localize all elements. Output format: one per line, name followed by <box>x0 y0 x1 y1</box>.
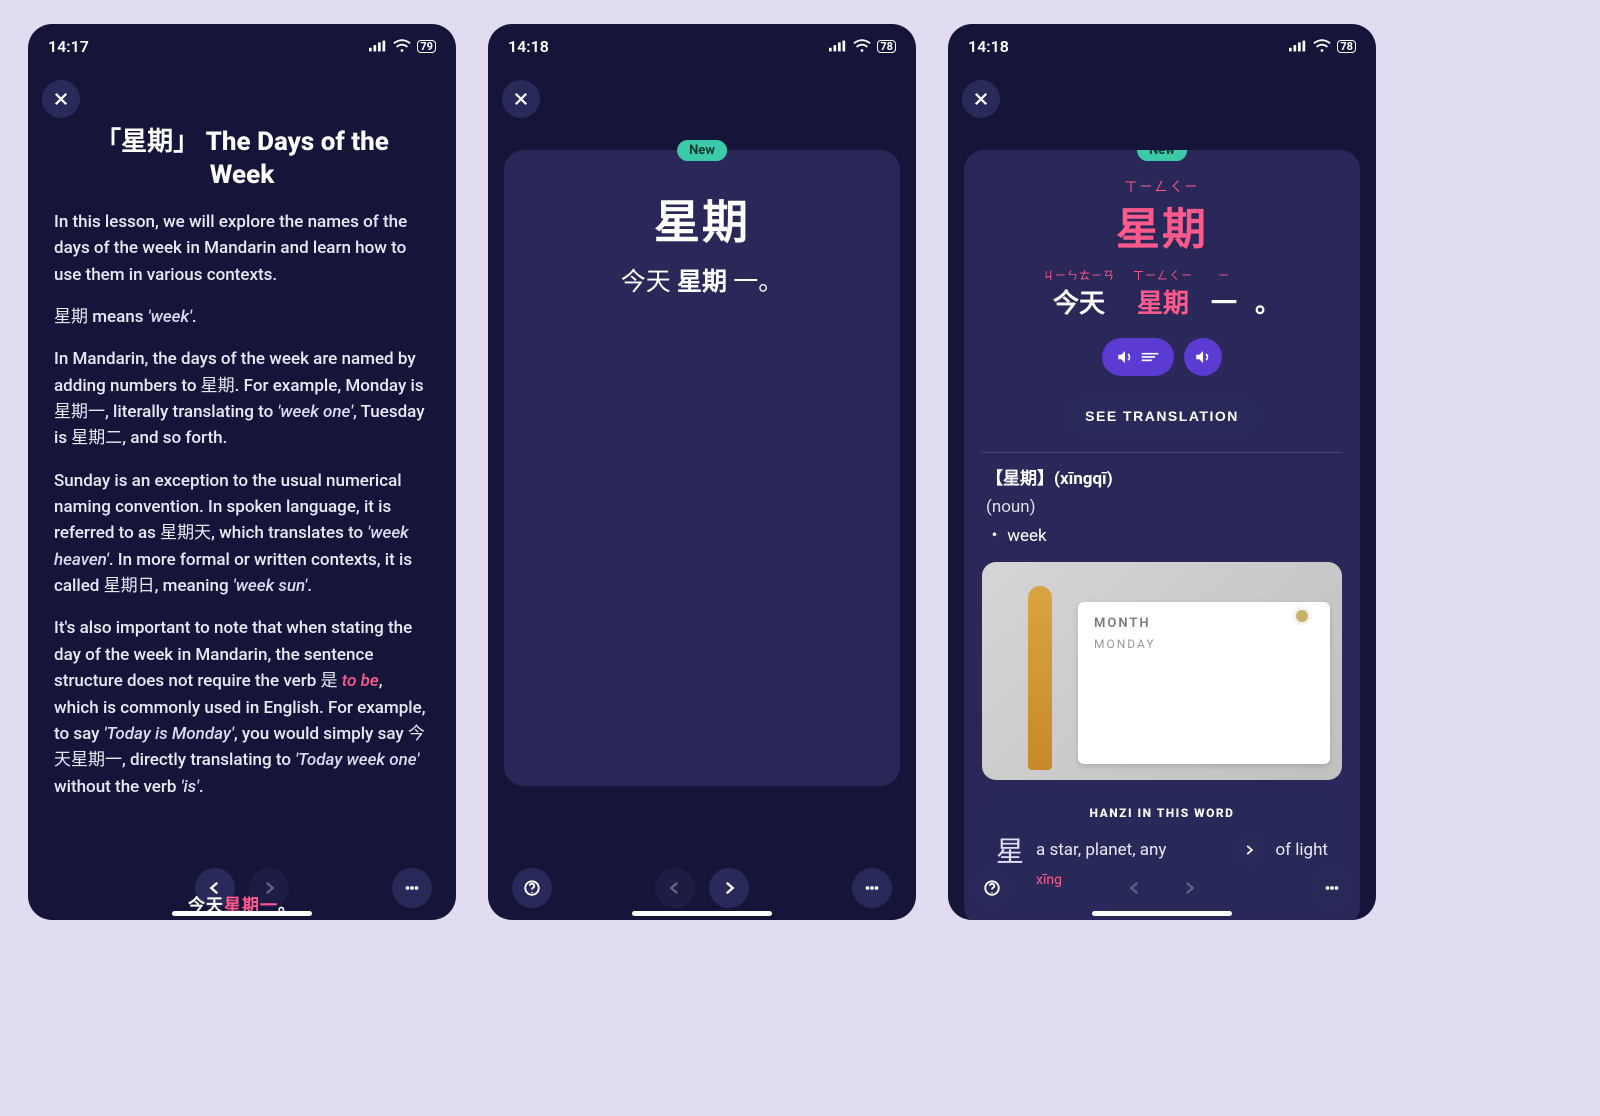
headword-hanzi: 星期 <box>982 193 1342 257</box>
cellular-icon <box>369 40 387 52</box>
help-button[interactable] <box>972 868 1012 908</box>
new-badge: New <box>677 140 727 161</box>
component-glyph: 星 <box>996 830 1026 870</box>
new-badge: New <box>1137 150 1187 161</box>
dictionary-entry: 【星期】(xīngqī) (noun) ・ week <box>982 467 1342 550</box>
phone-screen-2: 14:18 78 New 星期 今天 星期 一。 <box>488 24 916 920</box>
battery-indicator: 78 <box>877 40 896 53</box>
word-2: ㄒㄧㄥㄑㄧ 星期 <box>1133 267 1193 320</box>
status-indicators: 78 <box>829 39 896 53</box>
battery-indicator: 78 <box>1337 40 1356 53</box>
cellular-icon <box>1289 40 1307 52</box>
naming-paragraph: In Mandarin, the days of the week are na… <box>54 346 430 451</box>
note-paragraph: It's also important to note that when st… <box>54 615 430 799</box>
card-scroll[interactable]: New ㄒㄧㄥㄑㄧ 星期 ㄐㄧㄣㄊㄧㄢ 今天 ㄒㄧㄥㄑㄧ 星期 ㄧ 一 。 <box>964 150 1360 920</box>
component-gloss-a: a star, planet, any <box>1036 840 1223 860</box>
lesson-content: 「星期」 The Days of the Week In this lesson… <box>28 68 456 920</box>
phone-screen-1: 14:17 79 「星期」 The Days of the Week In th… <box>28 24 456 920</box>
intro-paragraph: In this lesson, we will explore the name… <box>54 209 430 288</box>
hanzi-section-label: HANZI IN THIS WORD <box>996 806 1328 820</box>
audio-controls <box>982 338 1342 376</box>
next-button[interactable] <box>709 868 749 908</box>
headword-hanzi: 星期 <box>528 186 876 252</box>
lesson-body: In this lesson, we will explore the name… <box>54 209 430 800</box>
close-button[interactable] <box>962 80 1000 118</box>
dict-pos: (noun) <box>986 495 1338 521</box>
bottom-nav <box>488 868 916 908</box>
flashcard-back: New ㄒㄧㄥㄑㄧ 星期 ㄐㄧㄣㄊㄧㄢ 今天 ㄒㄧㄥㄑㄧ 星期 ㄧ 一 。 <box>964 150 1360 920</box>
illustration-image: MONTH MONDAY <box>982 562 1342 780</box>
status-time: 14:18 <box>508 37 549 56</box>
help-button[interactable] <box>512 868 552 908</box>
dict-headword: 【星期】(xīngqī) <box>986 467 1338 493</box>
status-indicators: 79 <box>369 39 436 53</box>
wifi-icon <box>853 39 871 53</box>
phone-screen-3: 14:18 78 New ㄒㄧㄥㄑㄧ 星期 ㄐㄧㄣㄊㄧㄢ 今天 ㄒㄧㄥㄑㄧ <box>948 24 1376 920</box>
prev-button <box>1115 868 1155 908</box>
hanzi-components: HANZI IN THIS WORD 星 a star, planet, any… <box>982 794 1342 908</box>
status-time: 14:18 <box>968 37 1009 56</box>
status-bar: 14:18 78 <box>948 24 1376 68</box>
status-bar: 14:18 78 <box>488 24 916 68</box>
component-next-icon[interactable] <box>1233 834 1265 866</box>
play-word-button[interactable] <box>1184 338 1222 376</box>
prev-button <box>655 868 695 908</box>
more-button[interactable] <box>1312 868 1352 908</box>
word-3: ㄧ 一 <box>1211 267 1237 320</box>
status-time: 14:17 <box>48 37 89 56</box>
wifi-icon <box>393 39 411 53</box>
status-bar: 14:17 79 <box>28 24 456 68</box>
word-1: ㄐㄧㄣㄊㄧㄢ 今天 <box>1043 267 1115 320</box>
component-gloss-b: of light <box>1275 840 1328 860</box>
pen-graphic <box>1028 586 1052 770</box>
hanzi-component-row[interactable]: 星 a star, planet, any of light <box>996 830 1328 870</box>
see-translation-button[interactable]: SEE TRANSLATION <box>1063 398 1261 434</box>
home-indicator <box>172 911 312 916</box>
battery-indicator: 79 <box>417 40 436 53</box>
sunday-paragraph: Sunday is an exception to the usual nume… <box>54 468 430 600</box>
week-paragraph: 星期 means 'week'. <box>54 304 430 330</box>
cellular-icon <box>829 40 847 52</box>
close-button[interactable] <box>502 80 540 118</box>
close-button[interactable] <box>42 80 80 118</box>
calendar-graphic: MONTH MONDAY <box>1078 602 1330 764</box>
lesson-title: 「星期」 The Days of the Week <box>54 126 430 191</box>
play-sentence-button[interactable] <box>1102 338 1174 376</box>
example-sentence: 今天 星期 一。 <box>528 262 876 298</box>
flashcard-front: 星期 今天 星期 一。 <box>528 186 876 298</box>
wifi-icon <box>1313 39 1331 53</box>
headword: ㄒㄧㄥㄑㄧ 星期 <box>982 176 1342 257</box>
divider <box>982 452 1342 453</box>
example-sentence: ㄐㄧㄣㄊㄧㄢ 今天 ㄒㄧㄥㄑㄧ 星期 ㄧ 一 。 <box>982 267 1342 320</box>
dict-definition: ・ week <box>986 524 1338 550</box>
more-button[interactable] <box>852 868 892 908</box>
next-button <box>1169 868 1209 908</box>
sentence-period: 。 <box>1255 283 1281 320</box>
status-indicators: 78 <box>1289 39 1356 53</box>
home-indicator <box>632 911 772 916</box>
home-indicator <box>1092 911 1232 916</box>
flashcard[interactable]: New 星期 今天 星期 一。 <box>504 150 900 786</box>
